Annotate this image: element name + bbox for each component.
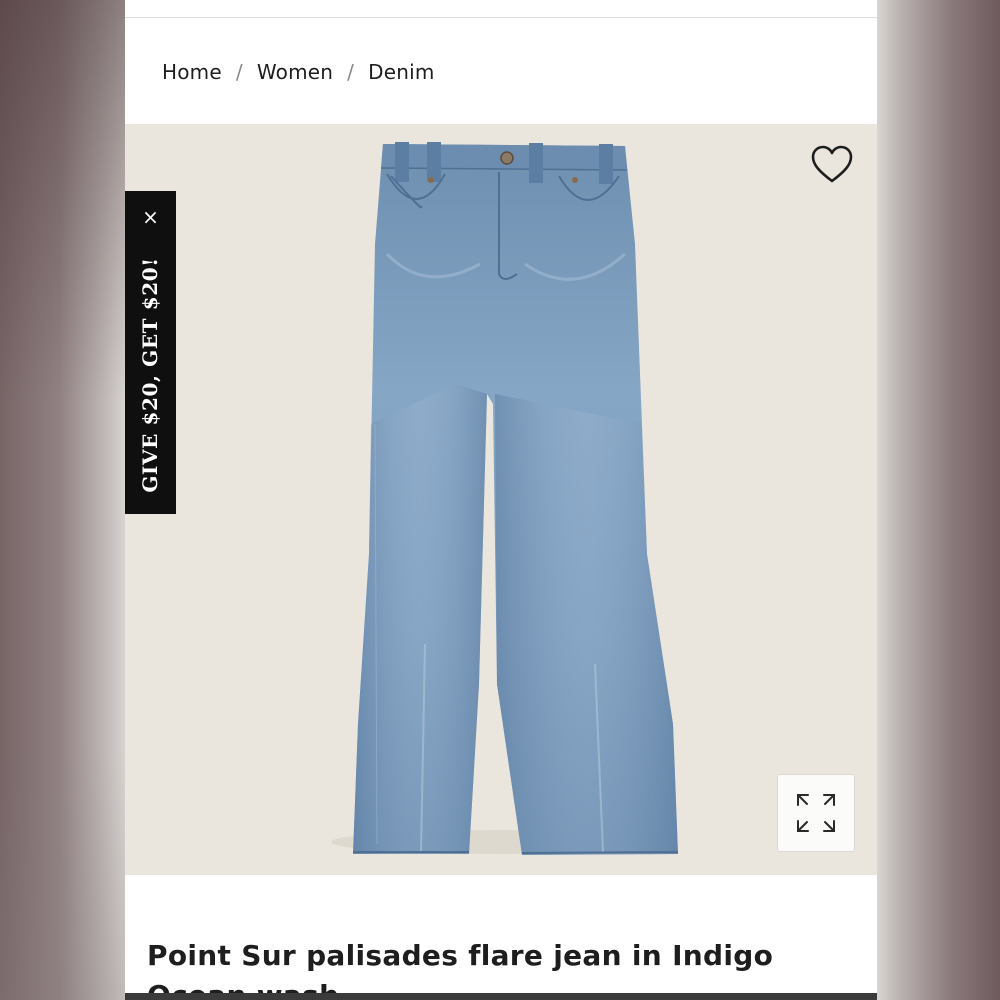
heart-outline-icon (811, 145, 853, 183)
breadcrumb-separator: / (347, 60, 355, 84)
referral-promo-tab[interactable]: × GIVE $20, GET $20! (125, 191, 176, 514)
product-image[interactable] (125, 124, 877, 875)
breadcrumb-home[interactable]: Home (162, 60, 222, 84)
product-image-area[interactable] (125, 124, 877, 875)
backdrop-left (0, 0, 125, 1000)
bottom-toolbar (125, 993, 877, 1000)
backdrop-right (877, 0, 1000, 1000)
promo-text[interactable]: GIVE $20, GET $20! (138, 257, 162, 492)
product-title: Point Sur palisades flare jean in Indigo… (147, 939, 774, 1000)
expand-icon (797, 794, 835, 832)
zoom-button[interactable] (777, 774, 855, 852)
breadcrumb-separator: / (235, 60, 243, 84)
promo-close-button[interactable]: × (125, 191, 176, 243)
breadcrumb-women[interactable]: Women (257, 60, 333, 84)
header-divider (125, 17, 877, 18)
favorite-button[interactable] (808, 142, 856, 188)
breadcrumb: Home / Women / Denim (162, 60, 435, 84)
product-page: Home / Women / Denim × GIVE $20, GET $20… (125, 0, 877, 1000)
breadcrumb-denim[interactable]: Denim (368, 60, 434, 84)
